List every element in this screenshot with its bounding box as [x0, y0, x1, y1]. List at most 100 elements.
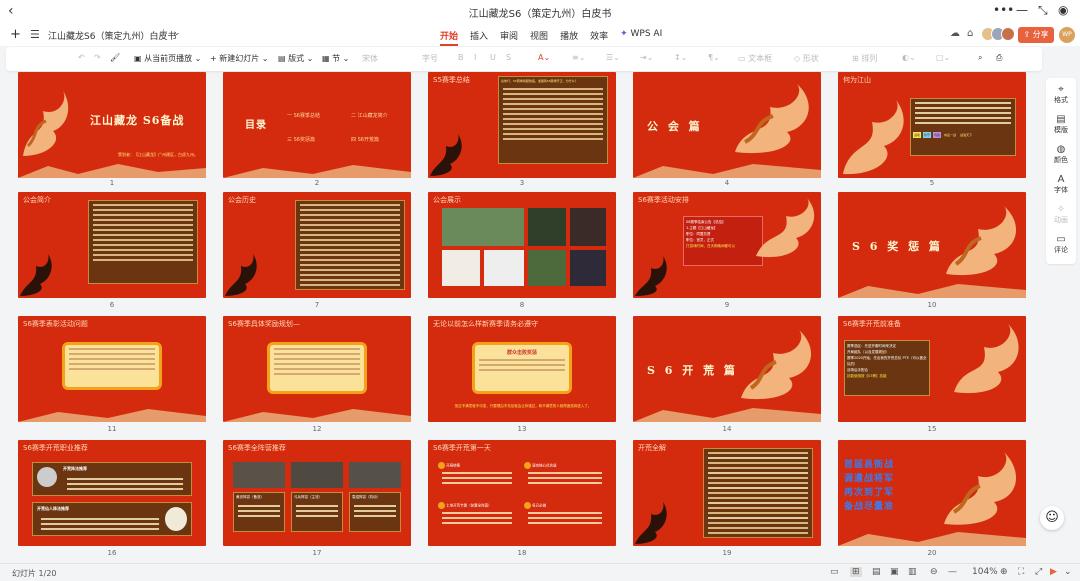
- collaborator-avatars[interactable]: [981, 27, 1015, 41]
- slide-thumbnail-2[interactable]: 目录 一 S6赛季总结 三 S6奖惩篇 二 江山藏龙简介 四 S6开荒篇: [223, 72, 411, 178]
- strikethrough-icon[interactable]: S: [506, 53, 511, 62]
- slide-thumbnail-8[interactable]: 公会展示: [428, 192, 616, 298]
- slide-thumbnail-1[interactable]: 江山藏龙 S6备战 策划者：【江山藏龙】广州建区，白虎九州。: [18, 72, 206, 178]
- tab-start[interactable]: 开始: [440, 29, 459, 46]
- record-icon[interactable]: ◉: [1058, 3, 1068, 17]
- text-box: 总体行，S5赛季我服较强，发展到S6赛季开正，为什么？: [498, 76, 608, 164]
- play-icon[interactable]: ▶: [1050, 567, 1057, 577]
- play-from-current-button[interactable]: ▣ 从当前页播放 ⌄: [134, 53, 201, 64]
- zoom-in-icon[interactable]: ⊕: [1000, 567, 1008, 577]
- slide-thumbnail-11[interactable]: S6赛季表彰活动问题: [18, 316, 206, 422]
- outline-icon[interactable]: ▢⌄: [936, 53, 950, 62]
- indent-icon[interactable]: ⇥⌄: [640, 53, 653, 62]
- font-family-select[interactable]: 宋体: [362, 53, 378, 64]
- slide-thumbnail-18[interactable]: S6赛季开荒第一天 开局统筹 速攻核心优先级 土地开荒节奏（前置全阵营） 每日必…: [428, 440, 616, 546]
- textbox-button[interactable]: ▭ 文本框: [738, 53, 772, 64]
- slide-thumbnail-20[interactable]: 首届县衙战 调遣战将军 再次到了军 备战尽量准: [838, 440, 1026, 546]
- mountain-decoration: [223, 409, 411, 422]
- notes-icon[interactable]: ▭: [830, 567, 839, 577]
- paragraph-icon[interactable]: ¶⌄: [708, 53, 720, 62]
- slide-thumbnail-10[interactable]: S 6 奖 惩 篇: [838, 192, 1026, 298]
- fit-screen-icon[interactable]: ⛶: [1018, 567, 1024, 577]
- slide-thumbnail-6[interactable]: 公会简介: [18, 192, 206, 298]
- new-slide-button[interactable]: + 新建幻灯片 ⌄: [210, 53, 269, 64]
- sidebar-item-color[interactable]: ◍ 颜色: [1046, 144, 1076, 165]
- cloud-icon[interactable]: ☁: [950, 28, 960, 39]
- arrange-button[interactable]: ⊞ 排列: [852, 53, 877, 64]
- redo-icon[interactable]: ↷: [94, 53, 101, 62]
- slide-thumbnail-9[interactable]: S6赛季活动安排 S6赛季结束公告【总结】 1.主题【江山藏龙】 职位：同盟总督…: [633, 192, 821, 298]
- zoom-level[interactable]: 104%: [972, 567, 998, 577]
- font-size-select[interactable]: 字号: [422, 53, 438, 64]
- chevron-down-icon[interactable]: ⌄: [173, 28, 181, 38]
- fullscreen-icon[interactable]: ⤢: [1035, 567, 1042, 577]
- slide-thumbnail-7[interactable]: 公会历史: [223, 192, 411, 298]
- chevron-down-icon[interactable]: ⌄: [1064, 567, 1072, 577]
- sidebar-item-font[interactable]: A 字体: [1046, 174, 1076, 195]
- notice-box: [267, 342, 367, 394]
- normal-view-icon[interactable]: ▣: [890, 567, 899, 577]
- sidebar-item-format[interactable]: ⌖ 格式: [1046, 84, 1076, 105]
- file-name[interactable]: 江山藏龙S6（策定九州）白皮书: [48, 29, 176, 42]
- slide-number: 19: [722, 549, 732, 557]
- zoom-out-icon[interactable]: ⊖: [930, 567, 938, 577]
- print-icon[interactable]: ⎙: [996, 53, 1002, 63]
- new-slide-label: 新建幻灯片: [219, 54, 260, 63]
- poem-line: 首届县衙战: [844, 460, 895, 470]
- slide-title: 目录: [245, 120, 267, 131]
- slide-number: 11: [107, 425, 117, 433]
- slide-thumbnail-5[interactable]: 何为江山 进攻 防守 内政 向后一战 战渡天下: [838, 72, 1026, 178]
- user-avatar[interactable]: WP: [1059, 27, 1075, 43]
- underline-icon[interactable]: U: [490, 53, 496, 62]
- fill-icon[interactable]: ◐⌄: [902, 53, 916, 62]
- search-icon[interactable]: ⌕: [978, 53, 982, 63]
- sidebar-item-animation[interactable]: ✧ 动画: [1046, 204, 1076, 225]
- slide-thumbnail-4[interactable]: 公 会 篇: [633, 72, 821, 178]
- sidebar-item-template[interactable]: ▤ 模版: [1046, 114, 1076, 135]
- list-icon[interactable]: ☰⌄: [606, 53, 620, 62]
- slide-sorter-icon[interactable]: ▤: [872, 567, 881, 577]
- back-arrow-icon[interactable]: ‹: [8, 3, 14, 19]
- ai-sparkle-icon: ✦: [620, 29, 628, 39]
- undo-icon[interactable]: ↶: [78, 53, 85, 62]
- star-icon[interactable]: ☆: [159, 28, 168, 39]
- minimize-icon[interactable]: —: [1016, 3, 1028, 17]
- format-painter-icon[interactable]: 🖌: [110, 53, 120, 62]
- line-spacing-icon[interactable]: ↕⌄: [674, 53, 687, 62]
- collapse-icon[interactable]: ⤡: [1038, 3, 1048, 18]
- sidebar-item-comment[interactable]: ▭ 评论: [1046, 234, 1076, 255]
- tab-view[interactable]: 视图: [530, 29, 548, 46]
- reading-view-icon[interactable]: ▥: [908, 567, 917, 577]
- assistant-icon[interactable]: ☺: [1040, 506, 1064, 530]
- shape-button[interactable]: ◇ 形状: [794, 53, 819, 64]
- slide-thumbnail-3[interactable]: S5赛季总结 总体行，S5赛季我服较强，发展到S6赛季开正，为什么？: [428, 72, 616, 178]
- italic-icon[interactable]: I: [474, 53, 476, 62]
- more-icon[interactable]: •••: [993, 3, 1014, 17]
- slide-thumbnail-17[interactable]: S6赛季全阵营推荐 黄忠阵容（备选） 弓兵阵容（主流） 袁绍阵容（机动）: [223, 440, 411, 546]
- toolbar: ↶ ↷ 🖌 ▣ 从当前页播放 ⌄ + 新建幻灯片 ⌄ ▤ 版式 ⌄ ▦ 节 ⌄ …: [6, 47, 1042, 71]
- sidebar-item-label: 字体: [1054, 186, 1068, 194]
- slide-thumbnail-19[interactable]: 开荒全解: [633, 440, 821, 546]
- slide-thumbnail-12[interactable]: S6赛季具体奖励规划—: [223, 316, 411, 422]
- tab-efficiency[interactable]: 效率: [590, 29, 608, 46]
- new-tab-icon[interactable]: +: [10, 27, 21, 42]
- grid-view-icon[interactable]: ⊞: [850, 567, 862, 577]
- layout-button[interactable]: ▤ 版式 ⌄: [278, 53, 313, 64]
- tab-wps-ai[interactable]: ✦ WPS AI: [620, 29, 662, 46]
- slide-thumbnail-13[interactable]: 无论以前怎么样新赛季请务必遵守 群众击败奖惩 放过不满意就不可变，只要理由不充足…: [428, 316, 616, 422]
- slide-thumbnail-15[interactable]: S6赛季开荒前准备 赛季选区：先进开服时间来决定 开局组队（以及发展规划） 赛季…: [838, 316, 1026, 422]
- text-color-icon[interactable]: A⌄: [538, 53, 550, 62]
- bold-icon[interactable]: B: [458, 53, 464, 62]
- share-button[interactable]: ⇪ 分享: [1018, 27, 1054, 43]
- tab-review[interactable]: 审阅: [500, 29, 518, 46]
- slide-thumbnail-16[interactable]: S6赛季开荒职业推荐 开荒阵法推荐 开荒仙人阵法推荐: [18, 440, 206, 546]
- align-icon[interactable]: ≡⌄: [572, 53, 585, 62]
- slide-thumbnail-14[interactable]: S 6 开 荒 篇: [633, 316, 821, 422]
- section-button[interactable]: ▦ 节 ⌄: [322, 53, 349, 64]
- menu-icon[interactable]: ☰: [30, 28, 40, 41]
- tab-insert[interactable]: 插入: [470, 29, 488, 46]
- tab-play[interactable]: 播放: [560, 29, 578, 46]
- font-icon: A: [1057, 174, 1065, 185]
- zoom-slider[interactable]: —: [948, 567, 957, 577]
- lock-icon[interactable]: ⌂: [967, 28, 973, 39]
